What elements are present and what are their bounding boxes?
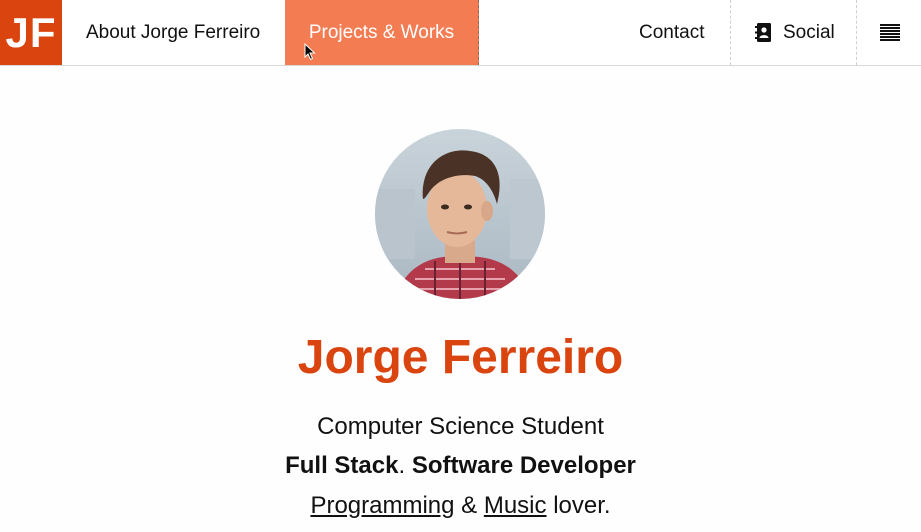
hamburger-menu-icon[interactable]: [880, 24, 900, 41]
contact-book-icon: [755, 23, 771, 42]
tagline-software-developer: Software Developer: [411, 452, 636, 479]
profile-tagline-2: Full Stack. Software Developer: [0, 452, 921, 480]
avatar: [375, 129, 545, 299]
mouse-cursor-icon: [304, 43, 316, 61]
tagline-fullstack: Full Stack: [285, 452, 399, 479]
programming-link[interactable]: Programming: [310, 492, 454, 519]
music-link[interactable]: Music: [484, 492, 547, 519]
profile-photo: [375, 129, 545, 299]
tagline-end: lover.: [553, 492, 611, 519]
tagline-ampersand: &: [461, 492, 478, 519]
nav-about-link[interactable]: About Jorge Ferreiro: [86, 0, 260, 65]
profile-name: Jorge Ferreiro: [297, 331, 624, 384]
tagline-separator: .: [398, 452, 406, 479]
nav-contact-link[interactable]: Contact: [639, 0, 704, 65]
profile-tagline-3: Programming & Music lover.: [0, 492, 921, 520]
nav-divider: [730, 0, 731, 65]
profile-tagline-1: Computer Science Student: [317, 413, 604, 440]
nav-divider: [856, 0, 857, 65]
top-navbar: JF About Jorge Ferreiro Projects & Works…: [0, 0, 921, 66]
logo[interactable]: JF: [0, 0, 62, 65]
nav-social-label: Social: [783, 22, 835, 43]
